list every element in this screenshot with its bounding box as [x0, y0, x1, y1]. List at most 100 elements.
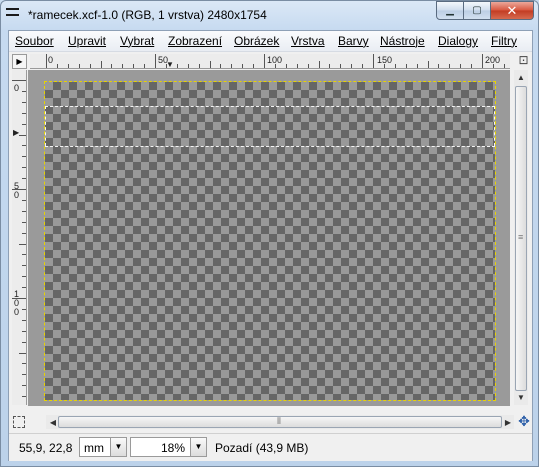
ruler-tick [22, 374, 26, 376]
scroll-up-arrow[interactable]: ▲ [514, 71, 528, 84]
vertical-ruler[interactable]: 0 5 0 1 0 0 ▶ [12, 70, 27, 405]
hruler-label: 200 [485, 55, 501, 65]
ruler-tick [482, 54, 483, 68]
ruler-tick [460, 64, 462, 68]
canvas-area[interactable] [28, 70, 510, 406]
ruler-tick [89, 64, 91, 68]
image-window: Soubor Upravit Vybrat Zobrazení Obrázek … [8, 30, 533, 461]
ruler-tick [19, 352, 26, 354]
menubar: Soubor Upravit Vybrat Zobrazení Obrázek … [9, 31, 532, 52]
ruler-tick [22, 123, 26, 125]
grip-icon: ≡ [518, 232, 524, 242]
vruler-label: 5 0 [14, 181, 20, 200]
ruler-tick [22, 363, 26, 365]
ruler-tick [373, 54, 374, 68]
navigate-cross-icon[interactable]: ✥ [517, 414, 531, 428]
horizontal-scroll-thumb[interactable]: ⦀ [58, 416, 502, 428]
ruler-tick [318, 61, 320, 68]
ruler-tick [78, 64, 80, 68]
image-menu-button[interactable]: ▶ [12, 54, 27, 69]
ruler-tick [22, 145, 26, 147]
triangle-right-icon: ▶ [16, 57, 23, 66]
image-canvas[interactable] [44, 81, 496, 401]
zoom-select[interactable]: 18% ▼ [130, 437, 207, 457]
zoom-fit-icon[interactable]: ⊡ [517, 54, 530, 67]
menu-filtry[interactable]: Filtry [491, 34, 517, 48]
ruler-pointer-marker: ▶ [13, 128, 20, 137]
selection-bottom-edge [45, 146, 495, 147]
selection-top-edge [45, 106, 495, 107]
ruler-pointer-marker: ▼ [166, 60, 174, 69]
window-title: *ramecek.xcf-1.0 (RGB, 1 vrstva) 2480x17… [28, 8, 267, 22]
ruler-tick [22, 254, 26, 256]
ruler-tick [264, 54, 265, 68]
ruler-tick [329, 64, 331, 68]
title-bar[interactable]: *ramecek.xcf-1.0 (RGB, 1 vrstva) 2480x17… [0, 0, 539, 30]
horizontal-scrollbar[interactable]: ◀ ⦀ ▶ [46, 415, 514, 429]
ruler-tick [22, 112, 26, 114]
ruler-tick [22, 178, 26, 180]
ruler-tick [362, 64, 364, 68]
ruler-tick [56, 64, 58, 68]
horizontal-ruler[interactable]: 0 50 100 150 200 ▼ [30, 54, 510, 69]
ruler-tick [22, 90, 26, 92]
vertical-scroll-thumb[interactable]: ≡ [515, 86, 527, 391]
ruler-tick [471, 64, 473, 68]
vruler-label: 1 0 0 [14, 289, 20, 317]
ruler-tick [22, 156, 26, 158]
ruler-tick [100, 61, 102, 68]
ruler-tick [22, 330, 26, 332]
chevron-down-icon[interactable]: ▼ [110, 438, 126, 456]
ruler-tick [46, 54, 47, 68]
ruler-tick [133, 64, 135, 68]
ruler-tick [22, 396, 26, 398]
ruler-tick [22, 385, 26, 387]
scroll-down-arrow[interactable]: ▼ [514, 391, 528, 404]
close-button[interactable]: ✕ [491, 1, 534, 20]
ruler-tick [438, 64, 440, 68]
menu-dialogy[interactable]: Dialogy [438, 34, 478, 48]
ruler-tick [19, 134, 26, 136]
ruler-tick [416, 64, 418, 68]
ruler-tick [12, 80, 26, 81]
menu-zobrazeni[interactable]: Zobrazení [168, 34, 222, 48]
menu-barvy[interactable]: Barvy [338, 34, 369, 48]
unit-select[interactable]: mm ▼ [79, 437, 127, 457]
ruler-tick [351, 64, 353, 68]
vertical-scrollbar[interactable]: ▲ ≡ ▼ [514, 70, 528, 405]
selection-right-edge [494, 106, 495, 146]
ruler-tick [296, 64, 298, 68]
menu-soubor[interactable]: Soubor [15, 34, 54, 48]
statusbar: 55,9, 22,8 mm ▼ 18% ▼ Pozadí (43,9 MB) [9, 433, 532, 461]
chevron-down-icon[interactable]: ▼ [190, 438, 206, 456]
minimize-button[interactable]: ▁ [436, 1, 464, 20]
quick-mask-icon[interactable] [13, 416, 25, 428]
selection-left-edge [45, 106, 46, 146]
menu-nastroje[interactable]: Nástroje [380, 34, 425, 48]
ruler-tick [22, 199, 26, 201]
ruler-tick [176, 64, 178, 68]
ruler-tick [22, 319, 26, 321]
menu-upravit[interactable]: Upravit [68, 34, 106, 48]
hruler-label: 150 [377, 55, 393, 65]
ruler-tick [22, 287, 26, 289]
pointer-coordinates: 55,9, 22,8 [19, 441, 73, 455]
app-menu-icon[interactable] [6, 8, 19, 20]
maximize-button[interactable]: ▢ [464, 1, 491, 20]
ruler-tick [285, 64, 287, 68]
ruler-tick [111, 64, 113, 68]
ruler-tick [22, 210, 26, 212]
menu-vybrat[interactable]: Vybrat [120, 34, 154, 48]
menu-vrstva[interactable]: Vrstva [291, 34, 325, 48]
ruler-tick [22, 276, 26, 278]
ruler-tick [242, 64, 244, 68]
scroll-right-arrow[interactable]: ▶ [501, 416, 515, 429]
menu-obrazek[interactable]: Obrázek [234, 34, 279, 48]
ruler-tick [22, 101, 26, 103]
ruler-tick [22, 221, 26, 223]
ruler-tick [198, 64, 200, 68]
ruler-tick [340, 64, 342, 68]
zoom-value: 18% [161, 441, 186, 455]
ruler-tick [67, 64, 69, 68]
ruler-tick [307, 64, 309, 68]
